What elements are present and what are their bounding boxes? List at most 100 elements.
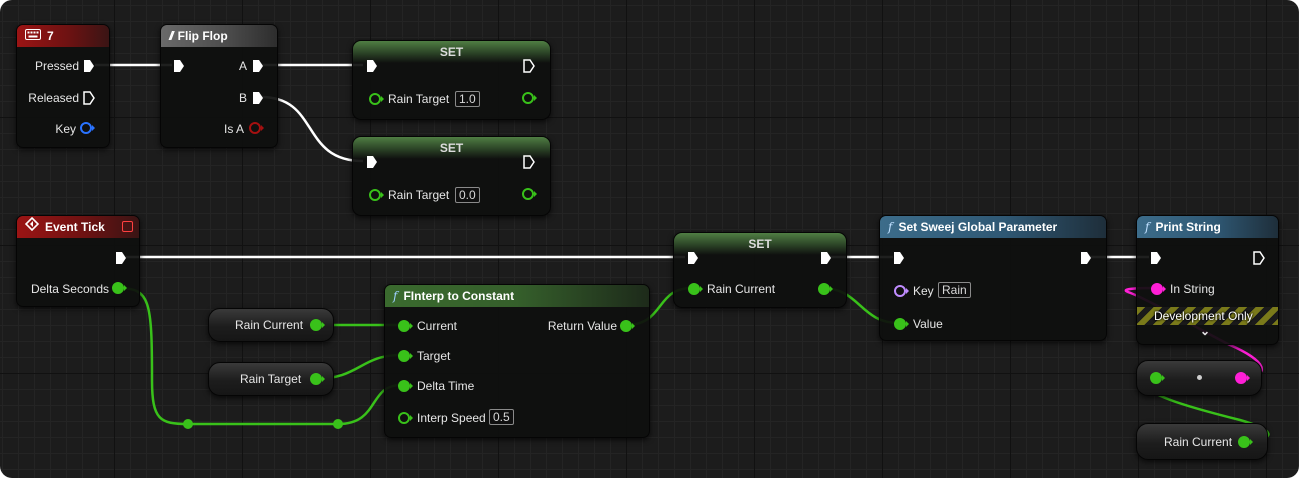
exec-pin-icon[interactable] [1080, 251, 1092, 265]
node-title: 7 [47, 29, 54, 43]
interp-speed-input[interactable]: 0.5 [489, 409, 514, 425]
flip-flop-node[interactable]: // Flip Flop A B Is A [160, 24, 278, 148]
variable-label: Rain Current [235, 318, 304, 332]
float-pin-icon[interactable] [619, 319, 635, 333]
float-pin-icon[interactable] [309, 372, 325, 386]
exec-pin-icon[interactable] [83, 91, 95, 105]
bool-pin-icon[interactable] [248, 121, 264, 135]
node-title: SET [353, 41, 550, 63]
rain-current-getter-node-2[interactable]: Rain Current [1136, 423, 1268, 460]
exec-pin-icon[interactable] [1150, 251, 1162, 265]
keyboard-icon [25, 25, 41, 47]
node-title: Set Sweej Global Parameter [898, 220, 1058, 234]
exec-pin-icon[interactable] [687, 251, 699, 265]
exec-pin-icon[interactable] [83, 59, 95, 73]
float-pin-icon[interactable] [817, 282, 833, 296]
float-pin-icon[interactable] [521, 187, 537, 201]
event-tick-node[interactable]: Event Tick Delta Seconds [16, 215, 140, 307]
pin-label-released: Released [28, 91, 79, 105]
pin-label-is-a: Is A [223, 122, 244, 136]
pin-label-value: Value [913, 317, 943, 331]
blueprint-graph[interactable]: 7 Pressed Released Key // Flip Flop A B I… [0, 0, 1299, 478]
node-title: Print String [1155, 220, 1221, 234]
key-name-input[interactable]: Rain [938, 282, 971, 298]
float-pin-icon[interactable] [1237, 435, 1253, 449]
pin-label-b: B [238, 91, 247, 105]
float-pin-icon[interactable] [397, 319, 413, 333]
flipflop-icon: // [169, 29, 173, 43]
pin-label-current: Current [417, 319, 458, 333]
variable-label: Rain Current [1164, 435, 1233, 449]
node-title: SET [353, 137, 550, 159]
node-header: f Set Sweej Global Parameter [880, 216, 1106, 238]
exec-pin-icon[interactable] [523, 155, 535, 169]
float-pin-icon[interactable] [309, 318, 325, 332]
pin-label-pressed: Pressed [34, 59, 79, 73]
conversion-dot-icon [1197, 375, 1202, 380]
pin-label-key: Key [913, 284, 934, 298]
set-rain-current-node[interactable]: SET Rain Current [673, 232, 847, 308]
float-pin-icon[interactable] [397, 379, 413, 393]
float-pin-icon[interactable] [687, 282, 703, 296]
name-pin-icon[interactable] [893, 284, 909, 298]
node-header: // Flip Flop [161, 25, 277, 47]
float-pin-icon[interactable] [397, 411, 413, 425]
float-pin-icon[interactable] [397, 349, 413, 363]
float-pin-icon[interactable] [368, 188, 384, 202]
float-pin-icon[interactable] [368, 92, 384, 106]
variable-label: Rain Target [388, 188, 450, 202]
event-diamond-icon [24, 216, 40, 238]
float-pin-icon[interactable] [111, 281, 127, 295]
node-title: FInterp to Constant [403, 289, 515, 303]
node-header: f Print String [1137, 216, 1278, 238]
exec-pin-icon[interactable] [252, 91, 264, 105]
pin-label-delta-seconds: Delta Seconds [30, 282, 109, 296]
set-rain-target-node-2[interactable]: SET Rain Target 0.0 [352, 136, 551, 216]
conversion-node[interactable] [1136, 360, 1262, 396]
rain-target-getter-node[interactable]: Rain Target [208, 362, 334, 396]
exec-pin-icon[interactable] [252, 59, 264, 73]
float-value-input[interactable]: 1.0 [455, 91, 480, 107]
exec-pin-icon[interactable] [1253, 251, 1265, 265]
development-only-label: Development Only [1154, 309, 1253, 323]
variable-label: Rain Target [388, 92, 450, 106]
variable-label: Rain Current [707, 282, 776, 296]
pin-label-delta-time: Delta Time [417, 379, 475, 393]
print-string-node[interactable]: f Print String In String Development Only… [1136, 215, 1279, 345]
struct-pin-icon[interactable] [79, 121, 95, 135]
pin-label-interp-speed: Interp Speed [417, 411, 486, 425]
exec-pin-icon[interactable] [366, 59, 378, 73]
set-sweej-global-parameter-node[interactable]: f Set Sweej Global Parameter Key Rain Val… [879, 215, 1107, 341]
function-f-icon: f [393, 289, 398, 303]
expand-chevron-icon[interactable]: ⌄ [1200, 324, 1210, 338]
node-title: Event Tick [45, 220, 105, 234]
string-pin-icon[interactable] [1234, 371, 1250, 385]
pin-label-target: Target [417, 349, 451, 363]
float-pin-icon[interactable] [521, 91, 537, 105]
node-header: 7 [17, 25, 109, 47]
exec-pin-icon[interactable] [523, 59, 535, 73]
float-pin-icon[interactable] [1149, 371, 1165, 385]
float-value-input[interactable]: 0.0 [455, 187, 480, 203]
key-7-event-node[interactable]: 7 Pressed Released Key [16, 24, 110, 148]
exec-pin-icon[interactable] [366, 155, 378, 169]
set-rain-target-node-1[interactable]: SET Rain Target 1.0 [352, 40, 551, 120]
exec-pin-icon[interactable] [115, 251, 127, 265]
node-title: Flip Flop [177, 29, 228, 43]
exec-pin-icon[interactable] [820, 251, 832, 265]
string-pin-icon[interactable] [1150, 282, 1166, 296]
pin-label-key: Key [55, 122, 76, 136]
exec-pin-icon[interactable] [893, 251, 905, 265]
pin-label-a: A [238, 59, 247, 73]
function-f-icon: f [888, 220, 893, 234]
delegate-pin-icon[interactable] [122, 221, 133, 232]
rain-current-getter-node[interactable]: Rain Current [208, 308, 334, 342]
float-pin-icon[interactable] [893, 317, 909, 331]
node-header: Event Tick [17, 216, 139, 238]
pin-label-in-string: In String [1170, 282, 1215, 296]
function-f-icon: f [1145, 220, 1150, 234]
exec-pin-icon[interactable] [173, 59, 185, 73]
node-header: f FInterp to Constant [385, 285, 649, 307]
finterp-to-constant-node[interactable]: f FInterp to Constant Current Target Delt… [384, 284, 650, 438]
pin-label-return-value: Return Value [547, 319, 617, 333]
